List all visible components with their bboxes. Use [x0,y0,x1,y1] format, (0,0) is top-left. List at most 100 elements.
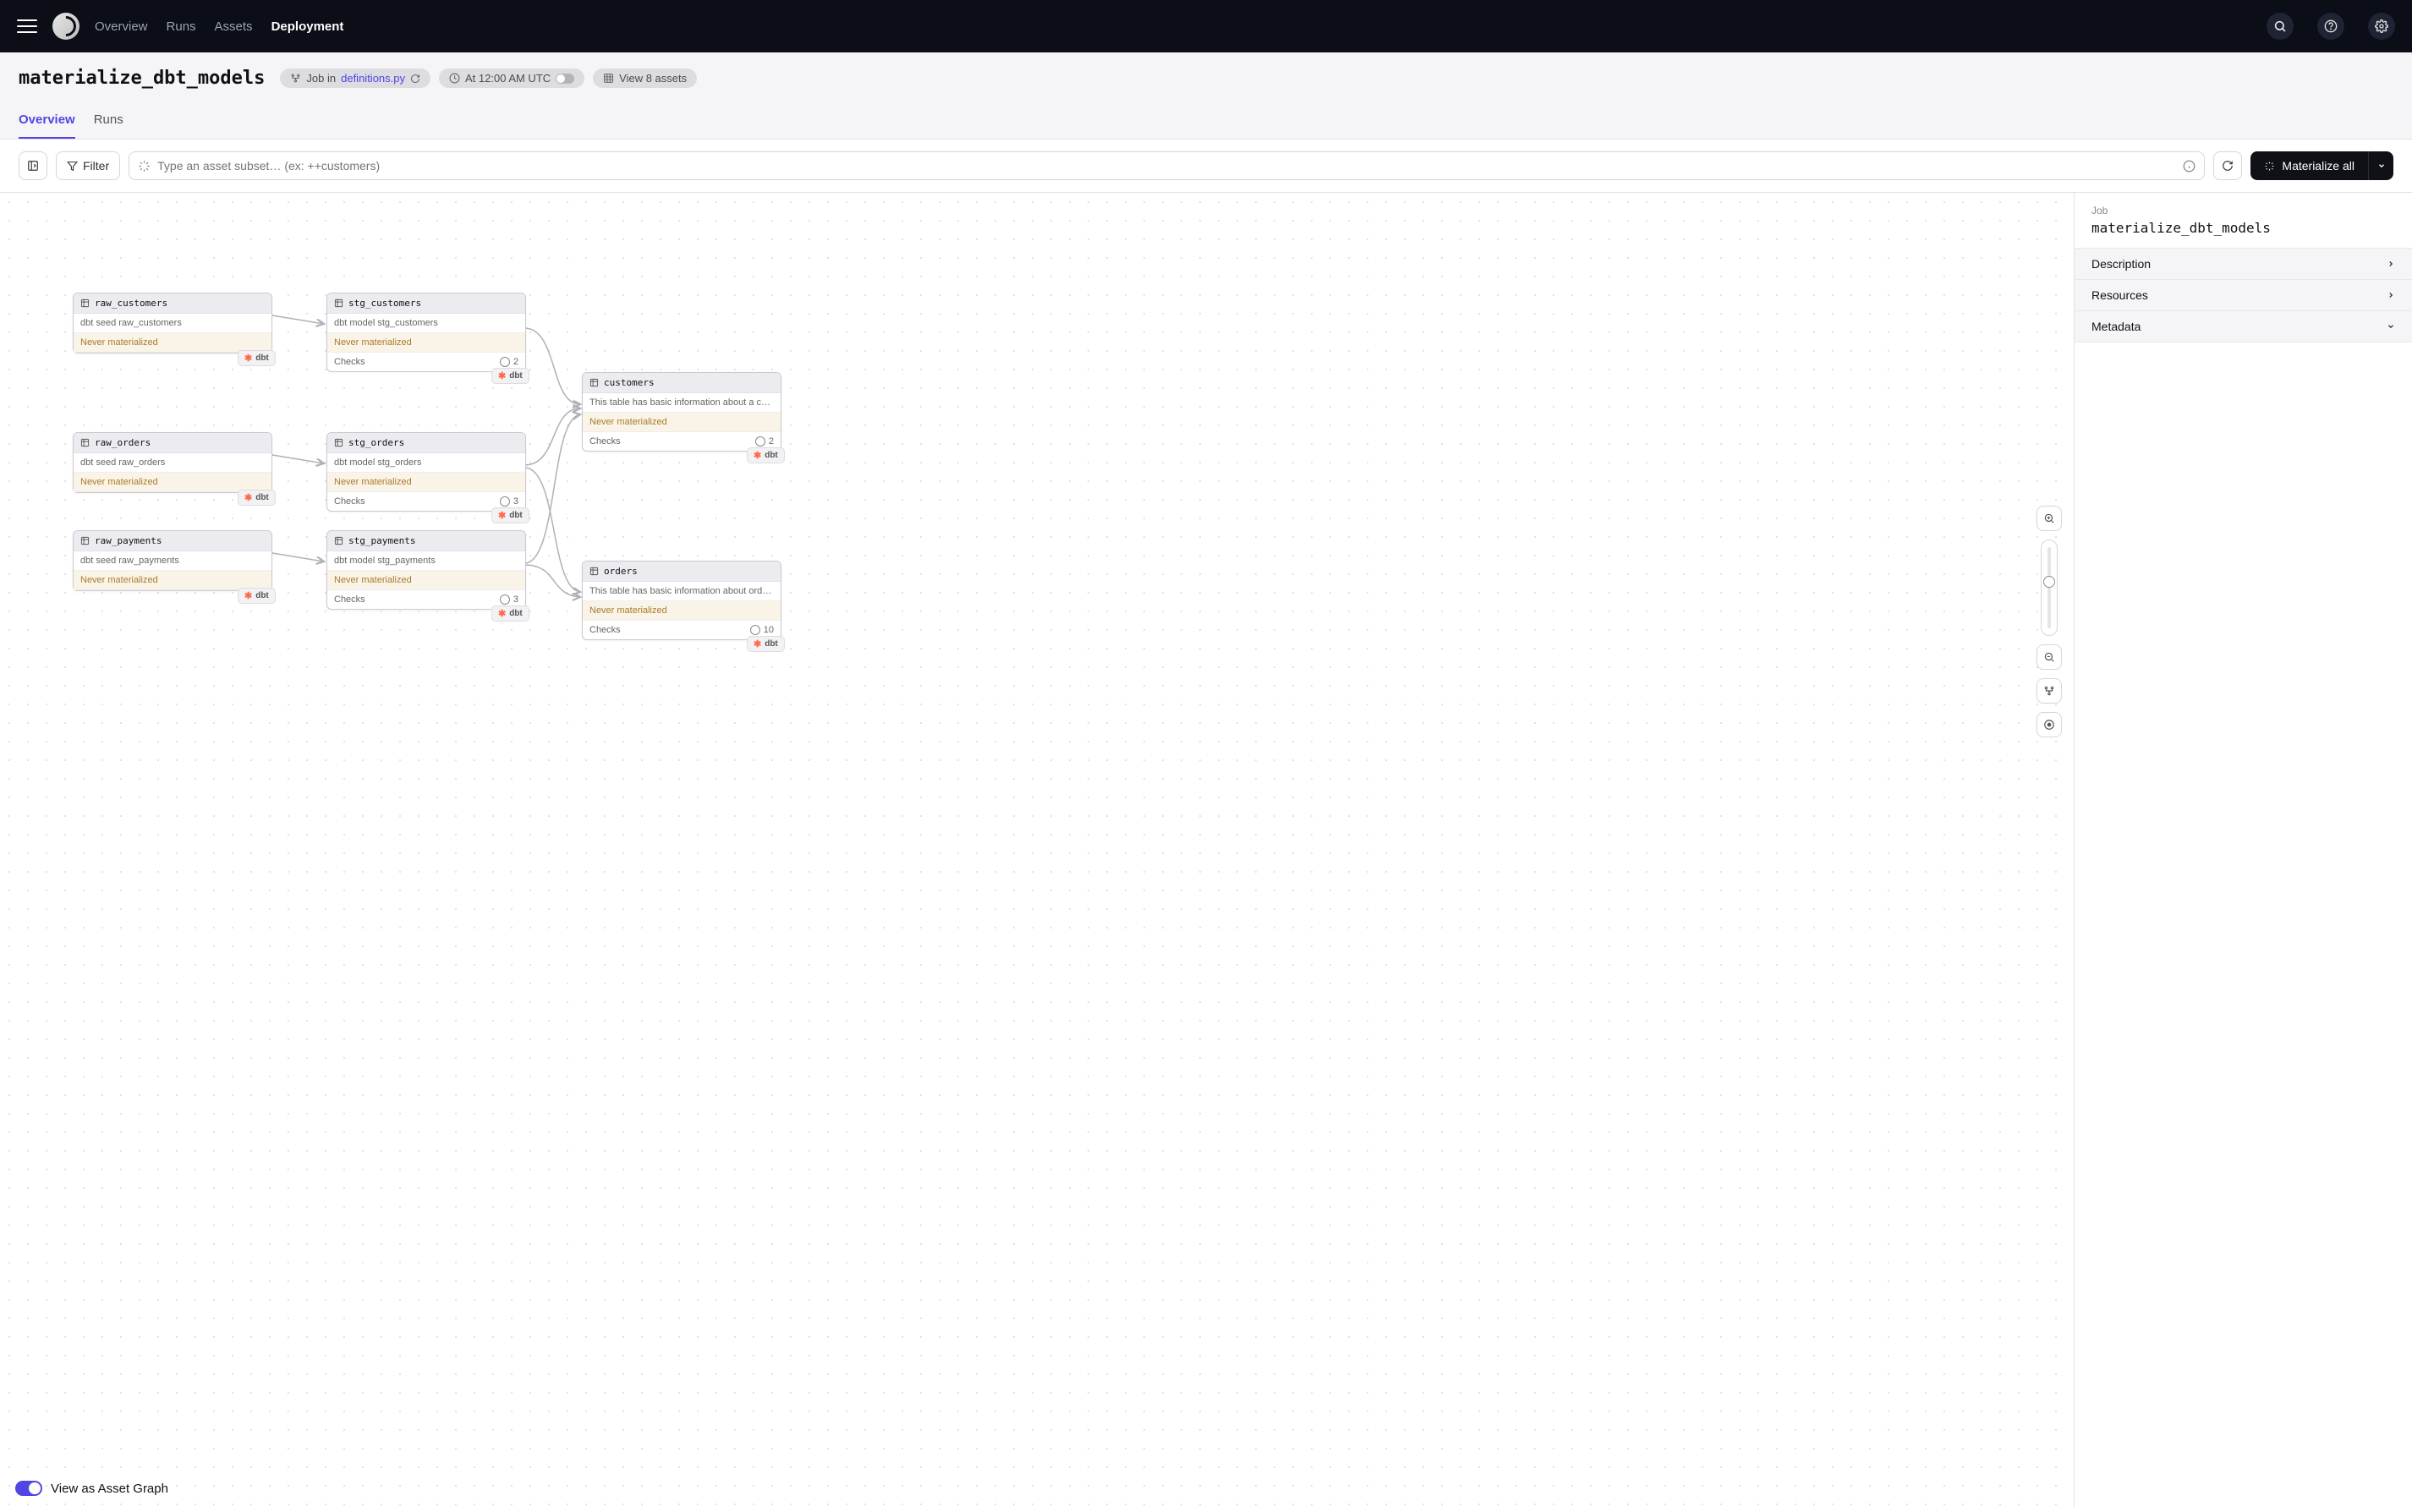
collapse-panel-button[interactable] [19,151,47,180]
zoom-out-button[interactable] [2036,644,2062,670]
filter-icon [67,161,78,172]
nav-runs[interactable]: Runs [167,19,196,34]
side-panel-description[interactable]: Description [2075,249,2412,280]
job-source-pill[interactable]: Job in definitions.py [280,68,430,88]
nav-deployment[interactable]: Deployment [271,19,344,34]
view-mode-bar: View as Asset Graph [15,1481,168,1496]
node-desc: dbt seed raw_orders [74,453,271,473]
side-panel-resources[interactable]: Resources [2075,280,2412,311]
sparkle-icon [138,160,151,173]
graph-view-toggle[interactable] [15,1481,42,1496]
table-icon [589,378,599,387]
nav-assets[interactable]: Assets [215,19,253,34]
side-panel-metadata[interactable]: Metadata [2075,311,2412,342]
table-icon [80,438,90,447]
tab-runs[interactable]: Runs [94,112,123,139]
main: raw_customers dbt seed raw_customers Nev… [0,193,2412,1508]
search-icon[interactable] [2267,13,2294,40]
checks-count: 2 [500,357,518,367]
node-desc: This table has basic information about o… [583,582,781,601]
node-title: stg_customers [348,298,421,309]
nav-links: Overview Runs Assets Deployment [95,19,343,34]
table-icon [334,536,343,545]
checks-count: 2 [755,436,774,446]
node-title: stg_orders [348,437,404,448]
node-title: raw_orders [95,437,151,448]
side-panel-header: Job materialize_dbt_models [2075,193,2412,249]
dbt-badge: dbt [747,636,785,652]
dbt-badge: dbt [491,368,529,384]
reload-button[interactable] [2213,151,2242,180]
asset-search-input[interactable] [157,159,2176,173]
node-status: Never materialized [327,473,525,492]
side-panel: Job materialize_dbt_models Description R… [2074,193,2412,1508]
info-icon[interactable] [2183,160,2195,173]
topbar: Overview Runs Assets Deployment [0,0,2412,52]
checks-count: 3 [500,496,518,507]
job-icon [290,73,301,84]
asset-node-raw-payments[interactable]: raw_payments dbt seed raw_payments Never… [73,530,272,591]
sp-item-label: Resources [2091,288,2148,302]
nav-overview[interactable]: Overview [95,19,148,34]
zoom-in-button[interactable] [2036,506,2062,531]
schedule-toggle[interactable] [556,74,574,84]
node-title: stg_payments [348,535,415,546]
node-desc: dbt seed raw_payments [74,551,271,571]
refresh-icon[interactable] [410,74,420,84]
sp-item-label: Description [2091,257,2151,271]
view-assets-label: View 8 assets [619,72,687,85]
menu-icon[interactable] [17,16,37,36]
table-icon [603,73,614,84]
chevron-down-icon [2387,322,2395,331]
center-view-button[interactable] [2036,712,2062,737]
zoom-slider[interactable] [2041,540,2058,636]
tab-overview[interactable]: Overview [19,112,75,139]
asset-node-customers[interactable]: customers This table has basic informati… [582,372,781,452]
view-assets-pill[interactable]: View 8 assets [593,68,697,88]
zoom-panel [2036,506,2062,737]
side-panel-label: Job [2091,205,2395,216]
checks-count: 3 [500,594,518,605]
materialize-split-button: Materialize all [2250,151,2393,180]
logo[interactable] [52,13,79,40]
asset-node-stg-orders[interactable]: stg_orders dbt model stg_orders Never ma… [326,432,526,512]
materialize-all-button[interactable]: Materialize all [2250,151,2368,180]
dbt-badge: dbt [747,447,785,463]
node-status: Never materialized [327,333,525,353]
sp-item-label: Metadata [2091,320,2141,333]
node-title: raw_customers [95,298,167,309]
checks-label: Checks [589,436,621,446]
subheader: materialize_dbt_models Job in definition… [0,52,2412,140]
job-file-link[interactable]: definitions.py [341,72,405,85]
fit-view-button[interactable] [2036,678,2062,704]
asset-node-stg-payments[interactable]: stg_payments dbt model stg_payments Neve… [326,530,526,610]
edges [0,193,2074,1508]
node-status: Never materialized [583,413,781,432]
checks-count: 10 [750,625,774,635]
table-icon [80,299,90,308]
materialize-dropdown[interactable] [2368,151,2393,180]
tabs: Overview Runs [19,112,2393,139]
materialize-label: Materialize all [2282,159,2354,173]
help-icon[interactable] [2317,13,2344,40]
table-icon [334,299,343,308]
node-desc: dbt seed raw_customers [74,314,271,333]
page-title: materialize_dbt_models [19,68,265,89]
schedule-pill[interactable]: At 12:00 AM UTC [439,68,584,88]
chevron-down-icon [2377,162,2386,170]
dbt-badge: dbt [238,588,276,604]
clock-icon [449,73,460,84]
filter-label: Filter [83,159,109,173]
filter-button[interactable]: Filter [56,151,120,180]
asset-node-orders[interactable]: orders This table has basic information … [582,561,781,640]
asset-graph-canvas[interactable]: raw_customers dbt seed raw_customers Nev… [0,193,2074,1508]
zoom-thumb[interactable] [2043,576,2055,588]
asset-node-raw-orders[interactable]: raw_orders dbt seed raw_orders Never mat… [73,432,272,493]
dbt-badge: dbt [491,507,529,523]
gear-icon[interactable] [2368,13,2395,40]
node-desc: dbt model stg_orders [327,453,525,473]
asset-search[interactable] [129,151,2205,180]
checks-label: Checks [334,496,365,507]
asset-node-raw-customers[interactable]: raw_customers dbt seed raw_customers Nev… [73,293,272,353]
asset-node-stg-customers[interactable]: stg_customers dbt model stg_customers Ne… [326,293,526,372]
